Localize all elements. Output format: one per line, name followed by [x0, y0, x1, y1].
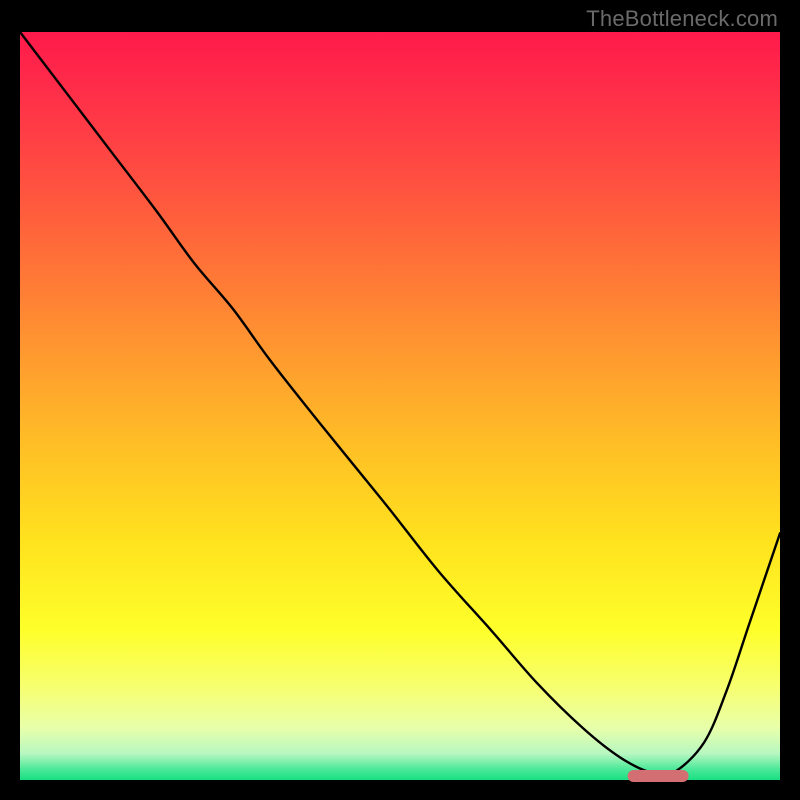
chart-container: TheBottleneck.com [0, 0, 800, 800]
watermark-text: TheBottleneck.com [586, 6, 778, 32]
gradient-background [20, 32, 780, 780]
optimal-marker [628, 770, 689, 782]
plot-area [20, 32, 780, 780]
